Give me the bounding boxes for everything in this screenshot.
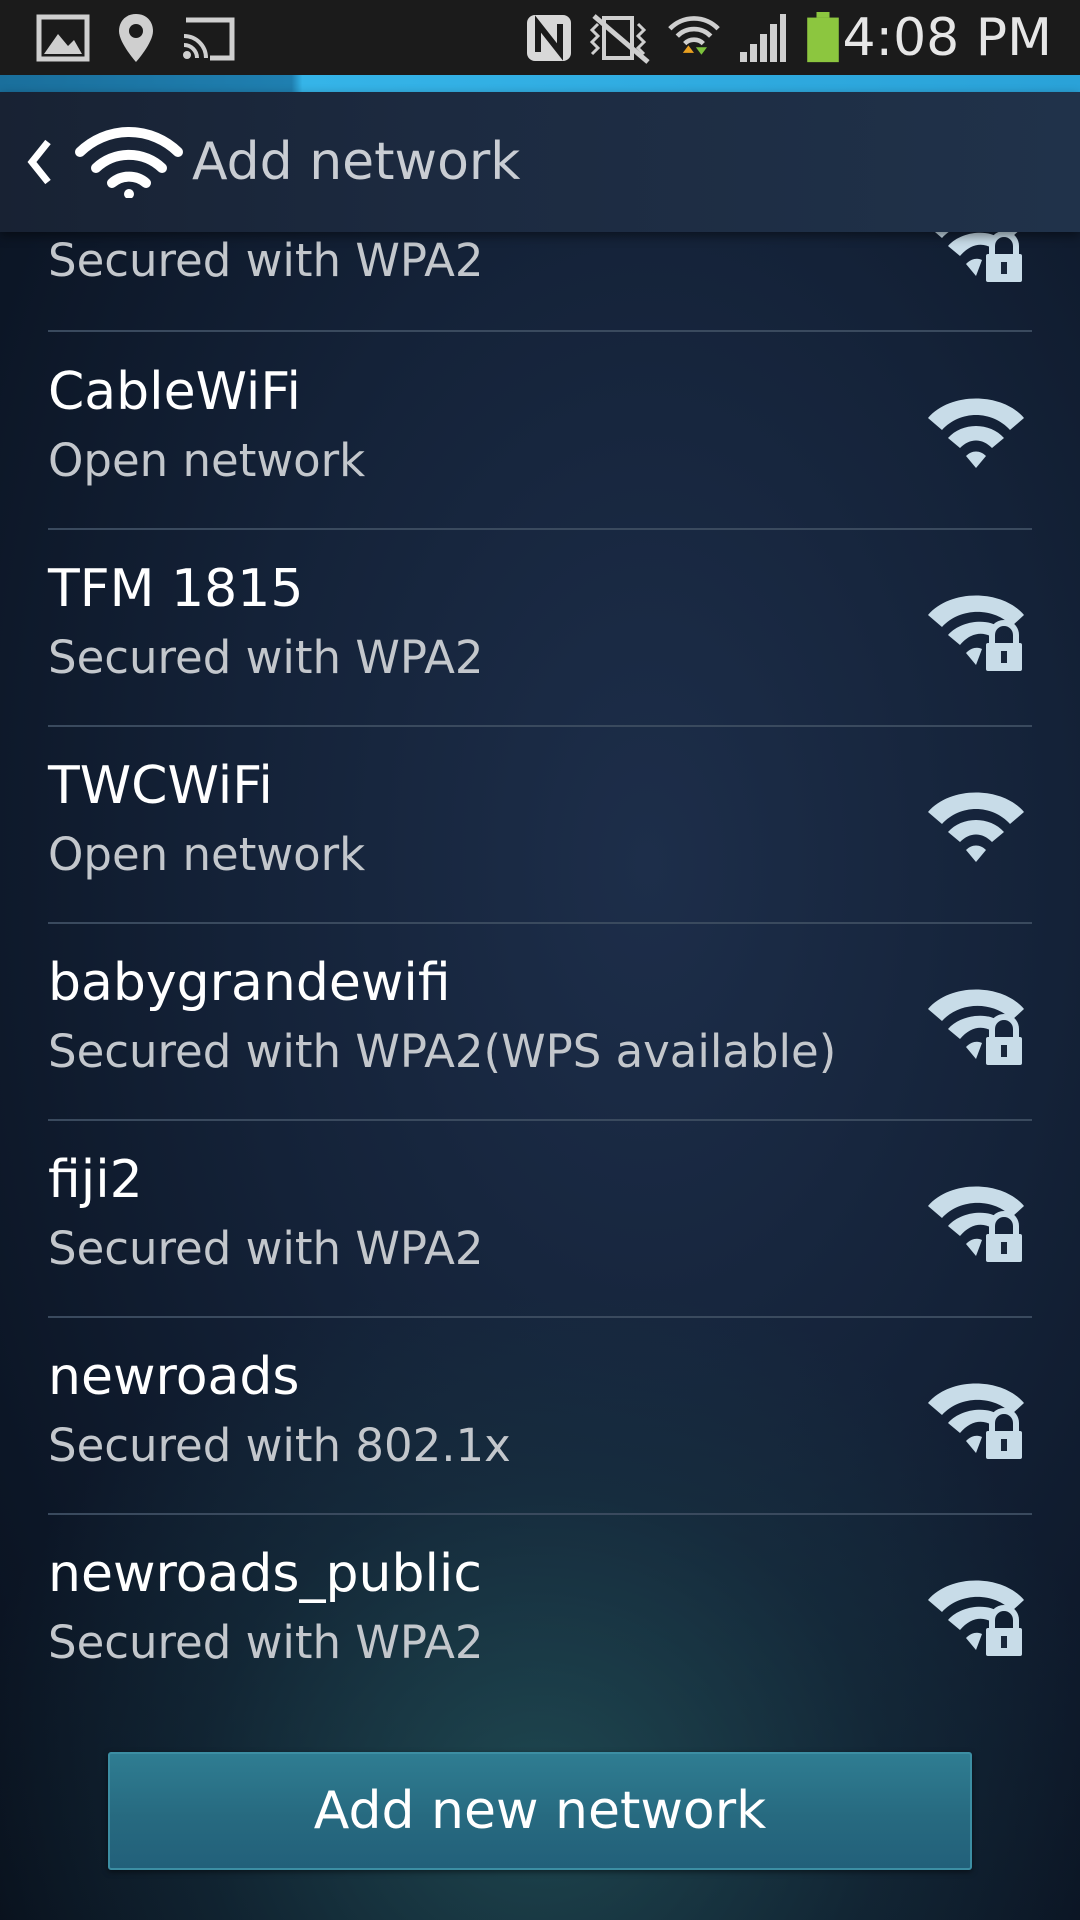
network-name: fiji2	[48, 1150, 143, 1210]
network-row[interactable]: TWCWiFi Open network	[0, 726, 1080, 923]
add-new-network-button[interactable]: Add new network	[108, 1752, 972, 1870]
wifi-lock-icon	[920, 1174, 1032, 1264]
network-name: TFM 1815	[48, 559, 304, 619]
wifi-lock-icon	[920, 1568, 1032, 1658]
status-bar: 4:08 PM	[0, 0, 1080, 75]
network-row[interactable]: fiji2 Secured with WPA2	[0, 1120, 1080, 1317]
wifi-signal-icon	[928, 398, 1024, 468]
network-security: Secured with WPA2	[48, 1616, 484, 1669]
network-row[interactable]: CableWiFi Open network	[0, 332, 1080, 529]
vibrate-icon	[589, 14, 650, 64]
network-row-partial[interactable]: Secured with WPA2	[0, 224, 1080, 324]
network-name: CableWiFi	[48, 362, 301, 422]
network-name: newroads	[48, 1347, 300, 1407]
network-row[interactable]: newroads_public Secured with WPA2	[0, 1514, 1080, 1711]
battery-icon	[807, 12, 839, 63]
chevron-left-icon[interactable]	[24, 136, 54, 188]
image-icon	[36, 14, 90, 62]
wifi-lock-icon	[920, 1371, 1032, 1461]
network-security: Secured with 802.1x	[48, 1419, 511, 1472]
location-icon	[119, 14, 153, 62]
network-security: Secured with WPA2(WPS available)	[48, 1025, 837, 1078]
nfc-icon	[527, 15, 571, 61]
wifi-lock-icon	[920, 583, 1032, 673]
wifi-lock-icon	[920, 977, 1032, 1067]
network-name: newroads_public	[48, 1544, 482, 1604]
status-time: 4:08 PM	[842, 8, 1052, 68]
network-security: Open network	[48, 828, 366, 881]
page-title: Add network	[192, 132, 521, 192]
wifi-icon[interactable]	[74, 126, 184, 198]
network-name: babygrandewifi	[48, 953, 451, 1013]
network-row[interactable]: TFM 1815 Secured with WPA2	[0, 529, 1080, 726]
network-security: Open network	[48, 434, 366, 487]
action-bar: Add network	[0, 92, 1080, 232]
wifi-signal-icon	[928, 792, 1024, 862]
network-row[interactable]: newroads Secured with 802.1x	[0, 1317, 1080, 1514]
status-accent-bar	[0, 75, 1080, 92]
cast-icon	[183, 17, 235, 61]
network-security: Secured with WPA2	[48, 1222, 484, 1275]
network-security: Secured with WPA2	[48, 234, 484, 287]
network-name: TWCWiFi	[48, 756, 273, 816]
network-security: Secured with WPA2	[48, 631, 484, 684]
wifi-data-icon	[668, 16, 720, 55]
cell-signal-icon	[740, 14, 786, 62]
network-row[interactable]: babygrandewifi Secured with WPA2(WPS avai…	[0, 923, 1080, 1120]
